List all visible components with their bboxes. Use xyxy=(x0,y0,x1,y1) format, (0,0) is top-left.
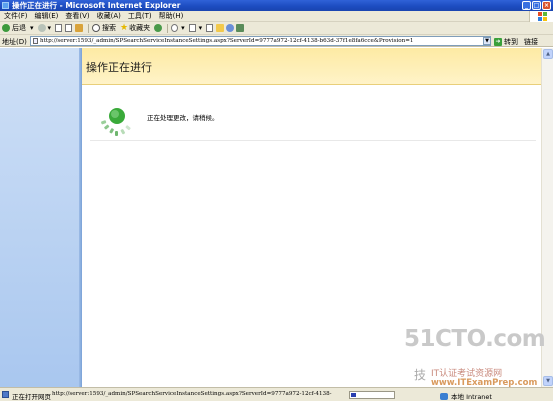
address-bar: 地址(D) http://server:1593/_admin/SPSearch… xyxy=(0,35,553,47)
windows-logo-icon xyxy=(529,11,553,22)
go-label: 转到 xyxy=(504,38,518,46)
toolbar: 后退 ▾ ▾ 搜索 ★ 收藏夹 ▾ ▾ xyxy=(0,22,553,35)
close-button[interactable]: × xyxy=(542,1,551,10)
content-divider xyxy=(90,140,536,141)
status-text: 正在打开网页 xyxy=(12,393,51,401)
status-url: http://server:1593/_admin/SPSearchServic… xyxy=(52,391,332,397)
status-bar: 正在打开网页 http://server:1593/_admin/SPSearc… xyxy=(0,387,553,401)
messenger-icon[interactable] xyxy=(226,24,235,32)
stop-icon[interactable] xyxy=(55,24,63,32)
window-title-bar[interactable]: 操作正在进行 - Microsoft Internet Explorer _ □… xyxy=(0,0,553,11)
search-label: 搜索 xyxy=(102,24,117,32)
favorites-label: 收藏夹 xyxy=(129,24,151,32)
page-icon xyxy=(33,38,38,44)
forward-button[interactable]: ▾ xyxy=(37,24,52,32)
menu-tools[interactable]: 工具(T) xyxy=(128,11,152,21)
forward-dropdown-icon: ▾ xyxy=(47,24,52,32)
research-icon[interactable] xyxy=(236,24,245,32)
media-icon[interactable] xyxy=(154,24,163,32)
toolbar-separator xyxy=(167,23,169,33)
toolbar-separator xyxy=(88,23,90,33)
go-button[interactable]: ➜ 转到 xyxy=(494,37,518,47)
mail-dropdown-icon[interactable]: ▾ xyxy=(199,24,203,32)
print-icon[interactable] xyxy=(206,24,214,32)
back-button[interactable]: 后退 xyxy=(2,23,26,33)
address-label: 地址(D) xyxy=(2,38,27,46)
vertical-scrollbar[interactable]: ▲ ▼ xyxy=(541,48,553,387)
progress-spinner-icon xyxy=(101,108,131,136)
zone-label: 本地 Intranet xyxy=(451,393,492,401)
address-input[interactable]: http://server:1593/_admin/SPSearchServic… xyxy=(30,36,491,46)
menu-help[interactable]: 帮助(H) xyxy=(159,11,184,21)
intranet-zone-icon xyxy=(440,392,448,400)
page-loading-icon xyxy=(2,391,9,398)
address-dropdown-icon[interactable]: ▼ xyxy=(483,37,491,45)
home-icon[interactable] xyxy=(75,24,84,32)
menu-file[interactable]: 文件(F) xyxy=(4,11,28,21)
menu-edit[interactable]: 编辑(E) xyxy=(35,11,59,21)
ie-app-icon[interactable] xyxy=(2,2,9,9)
back-dropdown-icon[interactable]: ▾ xyxy=(30,24,34,32)
progress-fill xyxy=(351,393,356,397)
menu-view[interactable]: 查看(V) xyxy=(65,11,89,21)
back-label: 后退 xyxy=(12,24,26,32)
left-navigation-panel xyxy=(0,48,82,387)
star-icon: ★ xyxy=(120,23,129,33)
search-icon xyxy=(92,24,101,32)
go-arrow-icon: ➜ xyxy=(494,38,502,46)
folder-icon[interactable] xyxy=(216,24,225,32)
security-zone[interactable]: 本地 Intranet xyxy=(440,391,492,401)
favorites-button[interactable]: ★ 收藏夹 xyxy=(120,23,150,33)
page-content: 操作正在进行 正在处理更改，请稍候。 xyxy=(0,48,541,387)
status-message: 正在处理更改，请稍候。 xyxy=(147,114,219,122)
history-dropdown-icon[interactable]: ▾ xyxy=(181,24,185,32)
page-title: 操作正在进行 xyxy=(86,61,152,74)
mail-icon[interactable] xyxy=(188,24,196,32)
maximize-button[interactable]: □ xyxy=(532,1,541,10)
window-controls: _ □ × xyxy=(522,1,551,10)
links-button[interactable]: 链接 xyxy=(524,37,538,47)
status-progress-bar xyxy=(349,391,395,399)
forward-arrow-icon xyxy=(37,24,46,32)
scroll-down-icon[interactable]: ▼ xyxy=(543,376,553,386)
menu-bar: 文件(F) 编辑(E) 查看(V) 收藏(A) 工具(T) 帮助(H) xyxy=(0,11,553,22)
back-arrow-icon xyxy=(2,24,10,32)
window-title: 操作正在进行 - Microsoft Internet Explorer xyxy=(12,1,181,10)
page-title-band: 操作正在进行 xyxy=(82,48,541,85)
menu-favorites[interactable]: 收藏(A) xyxy=(97,11,121,21)
address-url: http://server:1593/_admin/SPSearchServic… xyxy=(40,38,414,44)
scroll-up-icon[interactable]: ▲ xyxy=(543,49,553,59)
refresh-icon[interactable] xyxy=(65,24,73,32)
search-button[interactable]: 搜索 xyxy=(92,23,116,33)
history-icon[interactable] xyxy=(171,24,179,32)
minimize-button[interactable]: _ xyxy=(522,1,531,10)
